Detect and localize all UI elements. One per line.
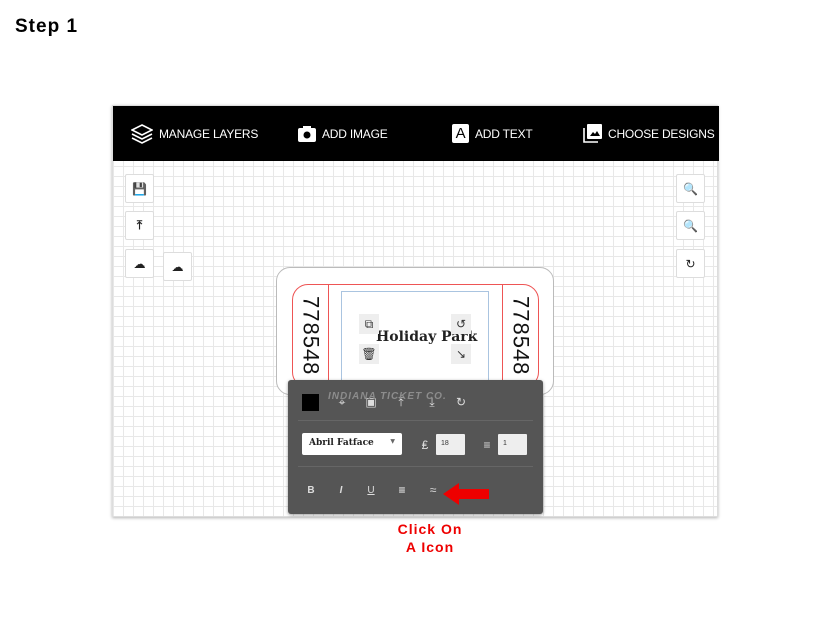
add-text-button[interactable]: A ADD TEXT xyxy=(452,106,533,161)
choose-designs-label: CHOOSE DESIGNS xyxy=(608,126,715,141)
ticket-number-right: 778548 xyxy=(508,296,534,376)
align-icon[interactable]: ≡ xyxy=(393,481,411,499)
instruction-line-2: A Icon xyxy=(405,539,455,555)
italic-icon[interactable]: I xyxy=(332,481,350,499)
zoom-out-button[interactable]: 🔍 xyxy=(676,174,705,203)
refresh-icon: ↻ xyxy=(685,256,696,271)
font-select[interactable]: Abril Fatface ▼ xyxy=(302,433,402,455)
camera-icon xyxy=(298,125,316,142)
layers-icon xyxy=(131,123,153,144)
delete-icon[interactable]: 🗑 xyxy=(359,344,379,364)
bold-icon[interactable]: B xyxy=(302,481,320,499)
ticket-number-left: 778548 xyxy=(298,296,324,376)
underline-icon[interactable]: U xyxy=(362,481,380,499)
gallery-icon xyxy=(583,124,602,143)
resize-icon[interactable]: ↘ xyxy=(451,344,471,364)
zoom-in-icon: 🔍 xyxy=(683,218,698,233)
save-button[interactable]: 💾 xyxy=(125,174,154,203)
curve-text-icon[interactable]: ≈ xyxy=(424,481,442,499)
add-image-label: ADD IMAGE xyxy=(322,126,388,141)
center-icon[interactable]: ▣ xyxy=(362,393,380,411)
rotate-icon[interactable]: ↺ xyxy=(451,314,471,334)
text-toolbar: ⌖ ▣ ⤒ ⤓ ↻ Abril Fatface ▼ ₤ 18 ≡ 1 B I U … xyxy=(288,380,543,514)
instruction-text: Click On A Icon xyxy=(372,520,488,556)
cloud-download-button[interactable]: ☁ xyxy=(125,249,154,278)
left-stub: 778548 xyxy=(293,285,329,387)
manage-layers-label: MANAGE LAYERS xyxy=(159,126,259,141)
color-swatch[interactable] xyxy=(302,394,319,411)
manage-layers-button[interactable]: MANAGE LAYERS xyxy=(131,106,258,161)
upload-icon: ⤒ xyxy=(136,218,143,232)
zoom-in-button[interactable]: 🔍 xyxy=(676,211,705,240)
design-editor: MANAGE LAYERS ADD IMAGE A ADD TEXT CHOOS… xyxy=(112,105,719,517)
cloud-upload-button[interactable]: ☁ xyxy=(163,252,192,281)
send-backward-icon[interactable]: ⤓ xyxy=(423,393,441,411)
divider xyxy=(298,420,533,421)
text-icon: A xyxy=(452,124,469,143)
step-title: Step 1 xyxy=(15,16,79,37)
add-text-label: ADD TEXT xyxy=(475,126,533,141)
flip-icon[interactable]: ↻ xyxy=(452,393,470,411)
red-arrow-icon xyxy=(443,483,489,505)
top-nav: MANAGE LAYERS ADD IMAGE A ADD TEXT CHOOS… xyxy=(113,106,719,161)
font-size-input[interactable]: 18 xyxy=(436,434,465,455)
choose-designs-button[interactable]: CHOOSE DESIGNS xyxy=(583,106,715,161)
add-image-button[interactable]: ADD IMAGE xyxy=(298,106,388,161)
font-size-icon: ₤ xyxy=(421,438,429,452)
font-value: Abril Fatface xyxy=(309,438,374,448)
bring-forward-icon[interactable]: ⤒ xyxy=(392,393,410,411)
line-height-icon: ≡ xyxy=(483,438,491,452)
cloud-upload-icon: ☁ xyxy=(171,259,184,274)
cloud-download-icon: ☁ xyxy=(133,256,146,271)
crop-icon[interactable]: ⌖ xyxy=(333,393,351,411)
copy-icon[interactable]: ⧉ xyxy=(359,314,379,334)
instruction-line-1: Click On xyxy=(397,521,463,537)
line-height-input[interactable]: 1 xyxy=(498,434,527,455)
right-stub: 778548 xyxy=(502,285,538,387)
upload-button[interactable]: ⤒ xyxy=(125,211,154,240)
chevron-down-icon: ▼ xyxy=(390,438,395,445)
save-icon: 💾 xyxy=(132,181,147,196)
reset-button[interactable]: ↻ xyxy=(676,249,705,278)
search-icon: 🔍 xyxy=(683,181,698,196)
divider xyxy=(298,466,533,467)
